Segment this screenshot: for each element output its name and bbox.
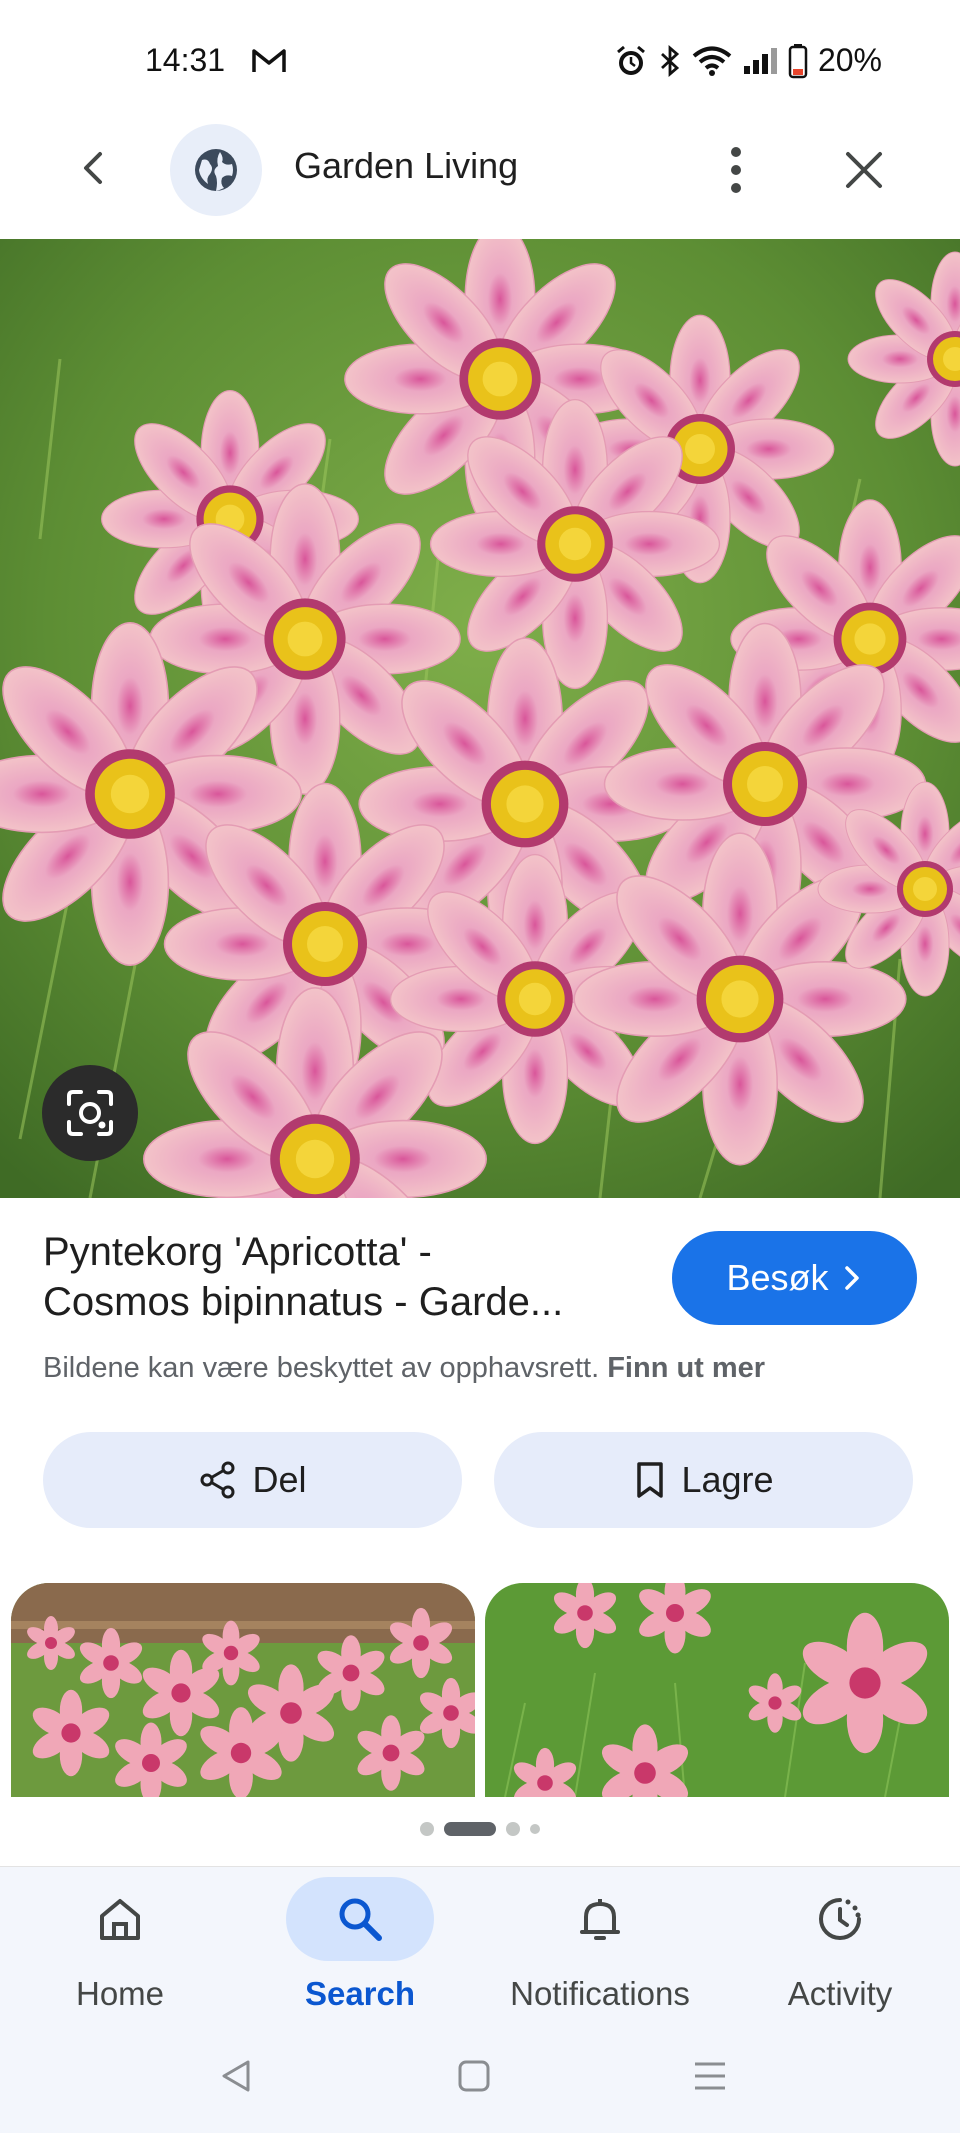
back-arrow-icon[interactable] [72,146,116,190]
hero-image[interactable] [0,239,960,1198]
search-icon [339,1898,382,1941]
share-button[interactable]: Del [43,1432,462,1528]
nav-notifications-icon-wrap [526,1877,674,1961]
share-label: Del [252,1459,307,1500]
copyright-text: Bildene kan være beskyttet av opphavsret… [43,1352,600,1384]
carousel-dot-active [444,1822,496,1836]
bookmark-icon [637,1462,664,1498]
result-title-line1: Pyntekorg 'Apricotta' - [43,1230,432,1274]
share-icon [200,1461,235,1499]
alarm-icon [616,45,645,75]
carousel-dot [506,1822,520,1836]
nav-home-label: Home [75,1975,165,2012]
battery-percent: 20% [817,42,882,78]
carousel-dot [530,1824,540,1834]
activity-icon [819,1898,861,1940]
save-label: Lagre [681,1459,774,1500]
globe-icon [195,149,237,191]
visit-label: Besøk [726,1257,829,1298]
nav-search[interactable]: Search [240,1867,480,2039]
chevron-right-icon [844,1266,859,1290]
site-icon [170,124,262,216]
lens-search-button[interactable] [42,1065,138,1161]
system-nav-bar [0,2038,960,2133]
nav-search-icon-wrap [286,1877,434,1961]
site-title: Garden Living [294,145,519,186]
system-recents-icon[interactable] [692,2058,728,2094]
signal-icon [743,47,777,74]
system-back-icon[interactable] [218,2058,252,2094]
bluetooth-icon [660,44,680,77]
nav-search-label: Search [304,1975,416,2012]
system-home-icon[interactable] [456,2058,492,2094]
more-vert-icon[interactable] [712,142,760,198]
nav-activity-icon-wrap [766,1877,914,1961]
related-image-2[interactable] [485,1583,949,1797]
copyright-notice: Bildene kan være beskyttet av opphavsret… [43,1352,765,1385]
close-icon[interactable] [842,148,886,192]
bell-icon [580,1899,620,1940]
status-time: 14:31 [145,42,226,78]
carousel-indicator [0,1822,960,1836]
related-image-1[interactable] [11,1583,475,1797]
home-icon [100,1899,140,1940]
battery-icon [788,43,808,78]
wifi-icon [692,46,732,76]
nav-home-icon-wrap [46,1877,194,1961]
nav-notifications[interactable]: Notifications [480,1867,720,2039]
result-title-line2: Cosmos bipinnatus - Garde... [43,1280,564,1324]
bottom-navigation: Home Search Notifications Activity [0,1866,960,2039]
save-button[interactable]: Lagre [494,1432,913,1528]
nav-activity[interactable]: Activity [720,1867,960,2039]
lens-icon [67,1090,113,1136]
gmail-icon [252,49,286,72]
visit-button[interactable]: Besøk [672,1231,917,1325]
learn-more-link[interactable]: Finn ut mer [607,1352,765,1384]
carousel-dot [420,1822,434,1836]
nav-notifications-label: Notifications [510,1975,690,2012]
status-icons: 20% [614,42,882,79]
result-title[interactable]: Pyntekorg 'Apricotta' - Cosmos bipinnatu… [43,1227,643,1327]
nav-activity-label: Activity [787,1975,893,2012]
nav-home[interactable]: Home [0,1867,240,2039]
